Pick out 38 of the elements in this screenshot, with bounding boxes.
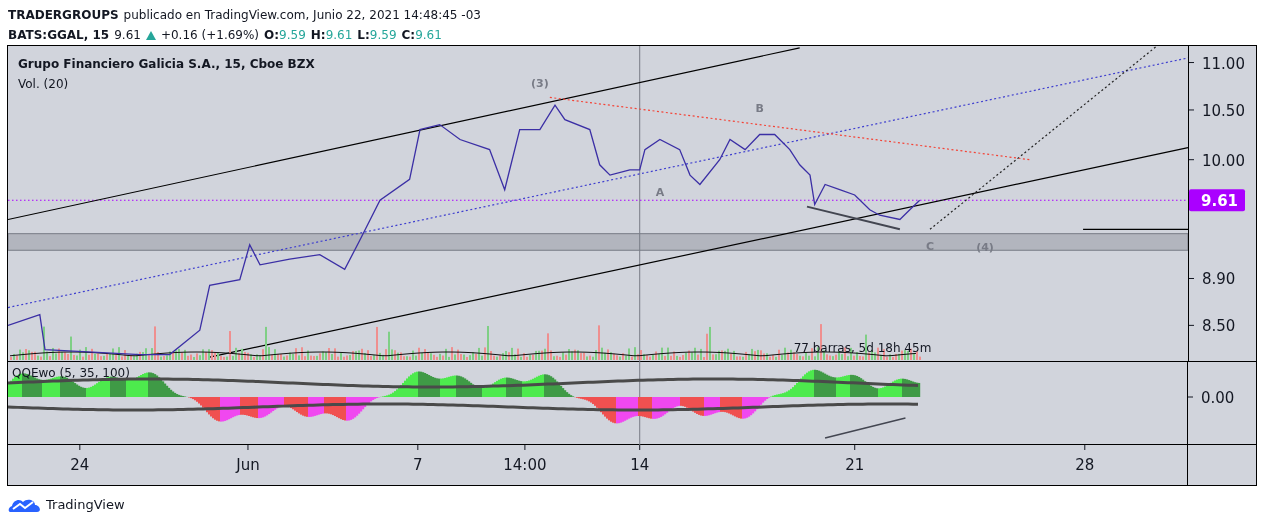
price-tick-label: 8.90 xyxy=(1202,270,1236,289)
ohlc-value: 9.61 xyxy=(325,27,353,44)
wave-label: B xyxy=(755,101,764,115)
price-tick-label: 11.00 xyxy=(1202,54,1245,73)
oscillator-tick-label: 0.00 xyxy=(1201,389,1235,407)
chart-title: Grupo Financiero Galicia S.A., 15, Cboe BZX xyxy=(18,56,315,73)
ohlc-value: 9.59 xyxy=(279,27,306,44)
last-price: 9.61 xyxy=(114,27,141,44)
last-price-badge: 9.61 xyxy=(1189,189,1245,212)
wave-label: (4) xyxy=(976,241,994,255)
publish-info: publicado en TradingView.com, Junio 22, 2021 14:48:45 -03 xyxy=(123,7,481,24)
ohlc-value: 9.59 xyxy=(369,27,397,44)
wave-label: C xyxy=(925,240,934,254)
brand-name: TradingView xyxy=(46,496,125,512)
time-tick-label: 24 xyxy=(70,456,90,474)
ohlc-label: C: xyxy=(401,27,416,44)
time-tick-label: 28 xyxy=(1075,456,1095,474)
price-tick-label: 10.00 xyxy=(1202,151,1245,170)
up-triangle-icon xyxy=(145,30,156,40)
indicator-legend: QQEwo (5, 35, 100) xyxy=(12,366,130,380)
symbol-name: BATS:GGAL, 15 xyxy=(8,27,110,44)
time-tick-label: 7 xyxy=(413,456,423,474)
time-tick-label: 14:00 xyxy=(503,456,547,474)
wave-label: A xyxy=(655,186,665,199)
time-tick-label: 14 xyxy=(630,456,650,474)
price-tick-label: 8.50 xyxy=(1202,317,1236,336)
ohlc-value: 9.61 xyxy=(415,27,442,44)
wave-label: (3) xyxy=(531,76,549,90)
ohlc-label: L: xyxy=(357,27,370,44)
publisher-name: TRADERGROUPS xyxy=(8,7,119,24)
time-tick-label: 21 xyxy=(845,456,865,474)
ohlc-label: H: xyxy=(310,27,326,44)
measure-label: 77 barras, 5d 18h 45m xyxy=(793,341,932,355)
price-tick-label: 10.50 xyxy=(1202,101,1245,120)
price-change: +0.16 (+1.69%) xyxy=(160,27,260,44)
time-tick-label: Jun xyxy=(236,456,260,474)
ohlc-label: O: xyxy=(264,27,280,44)
volume-legend: Vol. (20) xyxy=(18,74,315,94)
